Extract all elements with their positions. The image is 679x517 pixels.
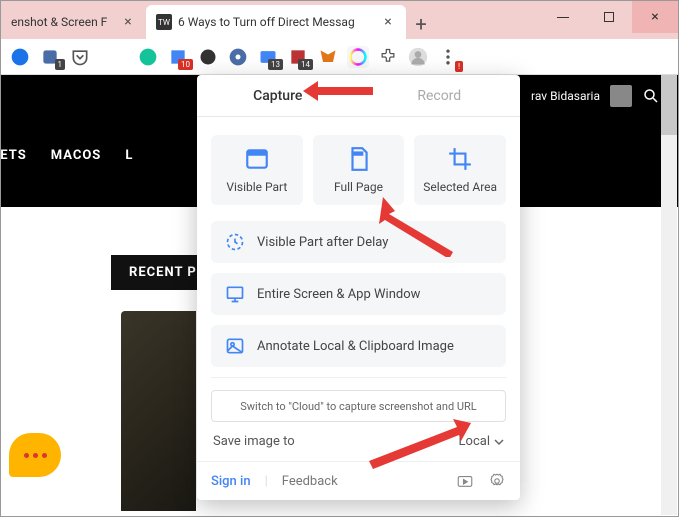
- tab-capture[interactable]: Capture: [197, 75, 359, 116]
- selected-area-button[interactable]: Selected Area: [414, 135, 506, 205]
- visible-part-button[interactable]: Visible Part: [211, 135, 303, 205]
- pocket-icon[interactable]: [69, 46, 91, 68]
- site-nav: DGETS MACOS L: [1, 148, 133, 163]
- extension-toolbar: 1 10 13 14 !: [1, 39, 678, 75]
- browser-tab-active[interactable]: TW 6 Ways to Turn off Direct Messag ×: [146, 5, 406, 39]
- tab-record[interactable]: Record: [359, 75, 521, 116]
- minimize-button[interactable]: [540, 1, 586, 33]
- tab-close-icon[interactable]: ×: [120, 14, 136, 30]
- metamask-icon[interactable]: [317, 46, 339, 68]
- save-to-label: Save image to: [213, 434, 295, 449]
- chat-bubble-icon[interactable]: [9, 433, 61, 477]
- menu-icon[interactable]: !: [437, 46, 459, 68]
- extension-icon[interactable]: [197, 46, 219, 68]
- chevron-down-icon: [494, 437, 504, 447]
- nav-link[interactable]: L: [125, 148, 133, 163]
- profile-icon[interactable]: [407, 46, 429, 68]
- gear-icon[interactable]: [488, 472, 506, 490]
- visible-after-delay-button[interactable]: Visible Part after Delay: [211, 221, 506, 263]
- extension-icon[interactable]: 10: [167, 46, 189, 68]
- extension-icon[interactable]: 14: [287, 46, 309, 68]
- tab-title: enshot & Screen F: [11, 15, 120, 29]
- crop-icon: [447, 146, 473, 172]
- image-icon: [225, 336, 245, 356]
- extensions-menu-icon[interactable]: [377, 46, 399, 68]
- extension-icon[interactable]: 13: [257, 46, 279, 68]
- nav-link[interactable]: MACOS: [51, 148, 102, 163]
- author-name: rav Bidasaria: [531, 89, 600, 103]
- annotate-button[interactable]: Annotate Local & Clipboard Image: [211, 325, 506, 367]
- search-icon[interactable]: [642, 87, 660, 105]
- page-icon: [346, 146, 372, 172]
- monitor-icon: [225, 284, 245, 304]
- grammarly-icon[interactable]: [137, 46, 159, 68]
- save-destination-dropdown[interactable]: Local: [459, 434, 504, 449]
- entire-screen-button[interactable]: Entire Screen & App Window: [211, 273, 506, 315]
- timer-icon: [225, 232, 245, 252]
- cloud-switch-button[interactable]: Switch to "Cloud" to capture screenshot …: [211, 390, 506, 422]
- browser-tab-inactive[interactable]: enshot & Screen F ×: [1, 5, 146, 39]
- extension-icon[interactable]: [227, 46, 249, 68]
- article-thumbnail[interactable]: [121, 311, 196, 511]
- new-tab-button[interactable]: +: [406, 9, 436, 39]
- nav-link[interactable]: DGETS: [0, 148, 27, 163]
- maximize-button[interactable]: [586, 1, 632, 33]
- nimbus-popup: Capture Record Visible Part Full Page Se…: [197, 75, 520, 500]
- tab-title: 6 Ways to Turn off Direct Messag: [178, 15, 380, 29]
- signin-link[interactable]: Sign in: [211, 474, 251, 489]
- tab-close-icon[interactable]: ×: [380, 14, 396, 30]
- close-window-button[interactable]: ×: [632, 1, 678, 33]
- extension-icon[interactable]: [9, 46, 31, 68]
- tab-favicon: TW: [156, 14, 172, 30]
- feedback-link[interactable]: Feedback: [282, 474, 338, 489]
- extension-icon[interactable]: 1: [39, 46, 61, 68]
- window-icon: [244, 146, 270, 172]
- full-page-button[interactable]: Full Page: [313, 135, 405, 205]
- avatar[interactable]: [610, 85, 632, 107]
- video-icon[interactable]: [456, 472, 474, 490]
- scrollbar[interactable]: [661, 75, 677, 515]
- nimbus-icon[interactable]: [347, 46, 369, 68]
